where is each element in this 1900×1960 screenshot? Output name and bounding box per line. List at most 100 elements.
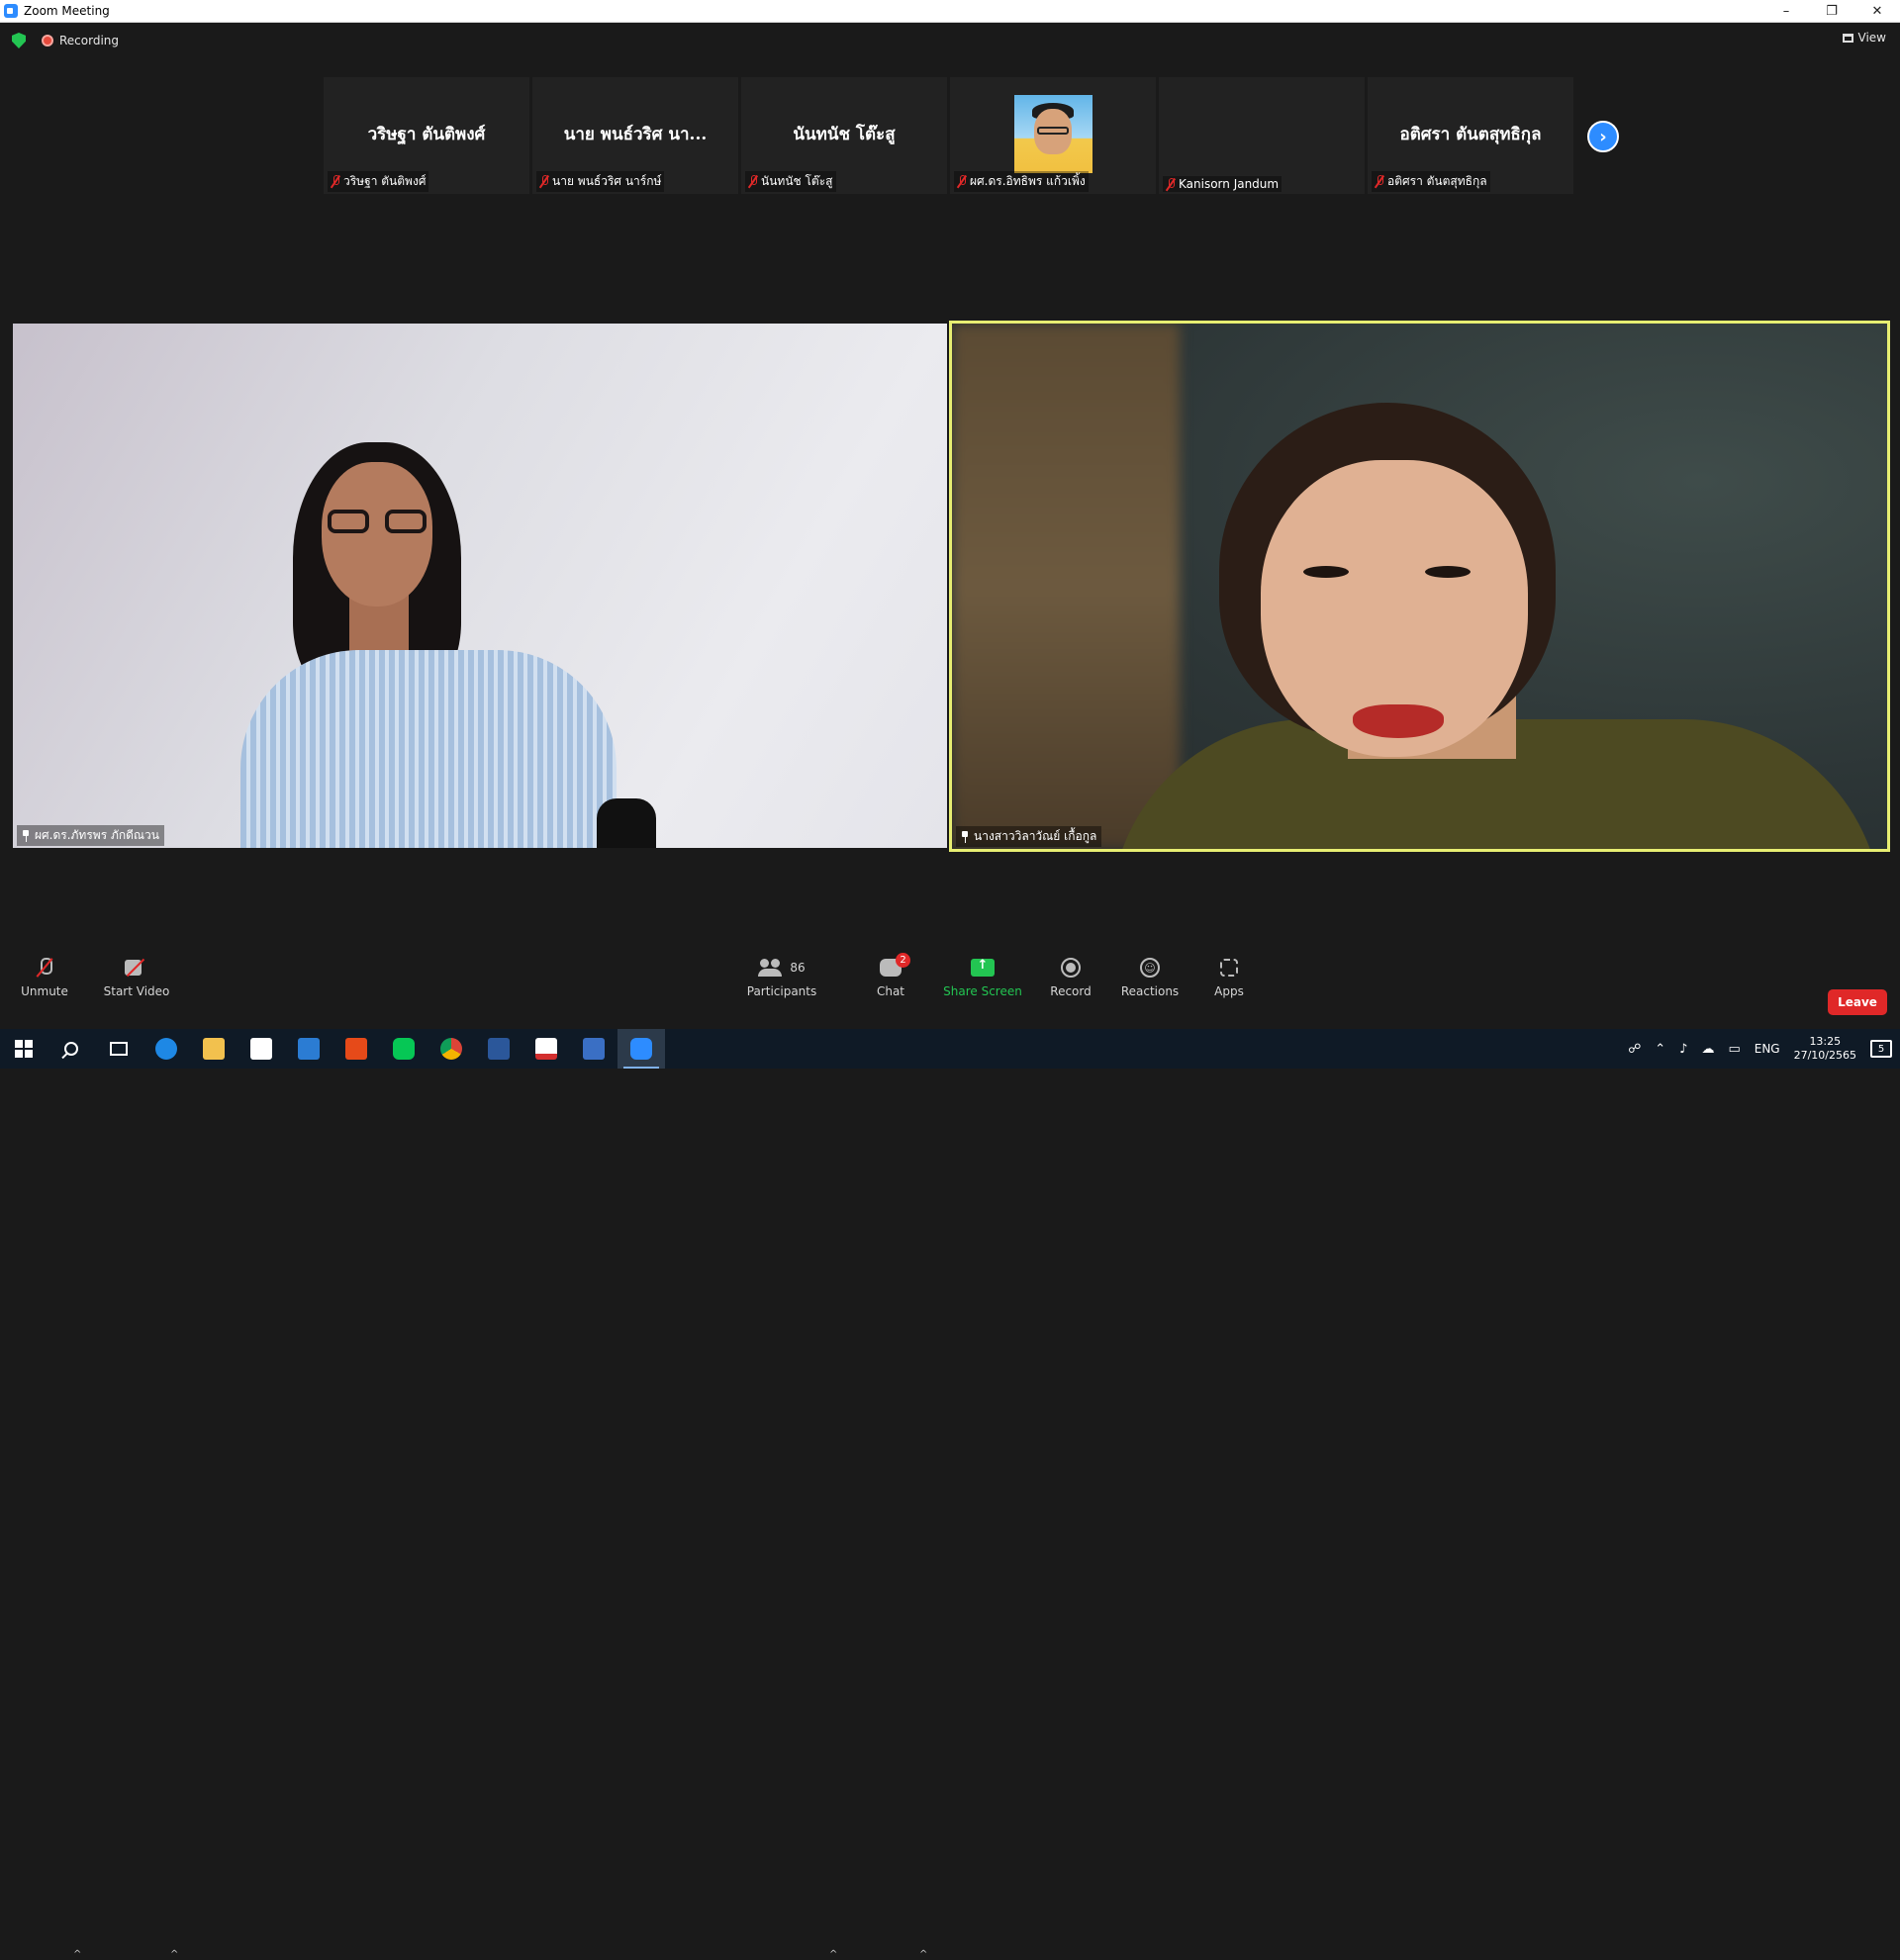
taskbar-chrome[interactable] bbox=[428, 1029, 475, 1069]
taskbar-reader[interactable] bbox=[570, 1029, 618, 1069]
zoom-app-icon bbox=[4, 4, 18, 18]
apps-icon bbox=[1220, 959, 1238, 977]
video-tile-left[interactable]: ผศ.ดร.ภัทรพร ภักดีณวน bbox=[13, 324, 947, 848]
restore-button[interactable]: ❐ bbox=[1809, 0, 1854, 23]
grid-view-icon bbox=[1842, 33, 1853, 43]
mic-muted-icon bbox=[331, 175, 340, 188]
taskbar-word[interactable] bbox=[475, 1029, 522, 1069]
leave-button[interactable]: Leave bbox=[1828, 989, 1887, 1015]
share-screen-label: Share Screen bbox=[943, 984, 1022, 998]
participants-label: Participants bbox=[746, 984, 817, 998]
taskbar-zoom[interactable] bbox=[618, 1029, 665, 1069]
participant-tile[interactable]: นันทนัช โต๊ะสู นันทนัช โต๊ะสู bbox=[741, 77, 947, 194]
apps-button[interactable]: Apps bbox=[1185, 954, 1274, 998]
participant-display-name: นาย พนธ์วริศ นา... bbox=[563, 125, 708, 144]
line-app-icon bbox=[393, 1038, 415, 1060]
chat-options-caret[interactable]: ^ bbox=[919, 1949, 927, 1960]
participant-display-name: นันทนัช โต๊ะสู bbox=[793, 125, 896, 144]
taskbar-mail[interactable] bbox=[285, 1029, 332, 1069]
pin-icon bbox=[22, 829, 30, 842]
audio-options-caret[interactable]: ^ bbox=[73, 1949, 81, 1960]
next-page-button[interactable]: › bbox=[1587, 121, 1619, 152]
chevron-up-icon[interactable]: ⌃ bbox=[1655, 1042, 1665, 1057]
participant-tile[interactable]: นาย พนธ์วริศ นา... นาย พนธ์วริศ นาร์กษ์ bbox=[532, 77, 738, 194]
taskbar-acrobat[interactable] bbox=[522, 1029, 570, 1069]
language-indicator[interactable]: ENG bbox=[1755, 1042, 1780, 1056]
network-icon[interactable]: ▭ bbox=[1728, 1042, 1740, 1057]
participant-label: นาย พนธ์วริศ นาร์กษ์ bbox=[552, 174, 662, 188]
start-button[interactable] bbox=[0, 1029, 48, 1069]
clock[interactable]: 13:25 27/10/2565 bbox=[1794, 1035, 1856, 1063]
taskbar-office[interactable] bbox=[332, 1029, 380, 1069]
video-off-icon bbox=[125, 960, 148, 976]
participants-button[interactable]: 86 Participants bbox=[737, 954, 826, 998]
chevron-right-icon: › bbox=[1599, 126, 1607, 147]
participants-options-caret[interactable]: ^ bbox=[829, 1949, 837, 1960]
participant-name-tag: วริษฐา ตันติพงศ์ bbox=[328, 171, 429, 192]
recording-indicator[interactable]: Recording bbox=[42, 34, 119, 47]
video-participant-name: นางสาววิลาวัณย์ เกื้อกูล bbox=[974, 829, 1097, 843]
participant-tile[interactable]: ผศ.ดร.อิทธิพร แก้วเพิ้ง bbox=[950, 77, 1156, 194]
zoom-video-icon bbox=[630, 1038, 652, 1060]
task-view-icon bbox=[110, 1042, 128, 1056]
participant-name-tag: อติศรา ตันตสุทธิกุล bbox=[1372, 171, 1490, 192]
record-button[interactable]: Record bbox=[1026, 954, 1115, 998]
volume-icon[interactable]: ♪ bbox=[1679, 1042, 1687, 1057]
participant-display-name: วริษฐา ตันติพงศ์ bbox=[367, 125, 486, 144]
video-tile-active-speaker[interactable]: นางสาววิลาวัณย์ เกื้อกูล bbox=[949, 321, 1890, 852]
video-name-tag: นางสาววิลาวัณย์ เกื้อกูล bbox=[956, 826, 1102, 847]
taskbar-store[interactable] bbox=[238, 1029, 285, 1069]
participant-strip: วริษฐา ตันติพงศ์ วริษฐา ตันติพงศ์ นาย พน… bbox=[324, 77, 1573, 194]
participant-tile[interactable]: Kanisorn Jandum bbox=[1159, 77, 1365, 194]
mic-muted-icon bbox=[748, 175, 758, 188]
participants-count: 86 bbox=[790, 961, 806, 975]
window-title: Zoom Meeting bbox=[24, 4, 110, 18]
participant-display-name: อติศรา ตันตสุทธิกุล bbox=[1399, 125, 1542, 144]
participant-label: อติศรา ตันตสุทธิกุล bbox=[1387, 174, 1487, 188]
taskbar-edge[interactable] bbox=[142, 1029, 190, 1069]
reactions-smiley-icon: ☺ bbox=[1140, 958, 1160, 978]
search-button[interactable] bbox=[48, 1029, 95, 1069]
title-bar: Zoom Meeting – ❐ ✕ bbox=[0, 0, 1900, 23]
word-icon bbox=[488, 1038, 510, 1060]
unmute-label: Unmute bbox=[21, 984, 68, 998]
mic-muted-icon bbox=[539, 175, 549, 188]
acrobat-pdf-icon bbox=[535, 1038, 557, 1060]
chat-button[interactable]: 2 Chat bbox=[846, 953, 935, 998]
edge-icon bbox=[155, 1038, 177, 1060]
security-shield-icon[interactable] bbox=[12, 33, 26, 48]
record-dot-icon bbox=[42, 35, 53, 47]
minimize-button[interactable]: – bbox=[1763, 0, 1809, 23]
video-participant-name: ผศ.ดร.ภัทรพร ภักดีณวน bbox=[35, 828, 159, 842]
taskbar-line[interactable] bbox=[380, 1029, 428, 1069]
view-label: View bbox=[1857, 31, 1886, 45]
taskbar-file-explorer[interactable] bbox=[190, 1029, 238, 1069]
reactions-button[interactable]: ☺ Reactions bbox=[1105, 954, 1194, 998]
participant-photo bbox=[1014, 95, 1092, 173]
windows-taskbar: ☍ ⌃ ♪ ☁ ▭ ENG 13:25 27/10/2565 5 bbox=[0, 1029, 1900, 1069]
participant-name-tag: ผศ.ดร.อิทธิพร แก้วเพิ้ง bbox=[954, 171, 1089, 192]
start-video-button[interactable]: Start Video bbox=[92, 954, 181, 998]
system-tray: ☍ ⌃ ♪ ☁ ▭ ENG 13:25 27/10/2565 5 bbox=[1628, 1029, 1900, 1069]
participant-name-tag: Kanisorn Jandum bbox=[1163, 176, 1282, 192]
view-button[interactable]: View bbox=[1842, 31, 1886, 45]
onedrive-cloud-icon[interactable]: ☁ bbox=[1701, 1042, 1714, 1057]
record-label: Record bbox=[1050, 984, 1092, 998]
clock-date: 27/10/2565 bbox=[1793, 1049, 1856, 1062]
start-video-label: Start Video bbox=[103, 984, 170, 998]
video-options-caret[interactable]: ^ bbox=[170, 1949, 178, 1960]
participant-label: ผศ.ดร.อิทธิพร แก้วเพิ้ง bbox=[970, 174, 1086, 188]
participant-tile[interactable]: วริษฐา ตันติพงศ์ วริษฐา ตันติพงศ์ bbox=[324, 77, 529, 194]
participant-label: นันทนัช โต๊ะสู bbox=[761, 174, 833, 188]
meeting-area: Recording View วริษฐา ตันติพงศ์ วริษฐา ต… bbox=[0, 23, 1900, 1029]
notification-center-icon[interactable]: 5 bbox=[1870, 1040, 1892, 1058]
people-icon[interactable]: ☍ bbox=[1628, 1042, 1641, 1057]
unmute-button[interactable]: Unmute bbox=[0, 954, 89, 998]
participant-tile[interactable]: อติศรา ตันตสุทธิกุล อติศรา ตันตสุทธิกุล bbox=[1368, 77, 1573, 194]
task-view-button[interactable] bbox=[95, 1029, 142, 1069]
share-screen-button[interactable]: Share Screen bbox=[938, 954, 1027, 998]
close-button[interactable]: ✕ bbox=[1854, 0, 1900, 23]
meeting-toolbar: Unmute ^ Start Video ^ 86 Participants ^… bbox=[0, 953, 1900, 1960]
mic-muted-icon bbox=[1166, 177, 1176, 191]
video-name-tag: ผศ.ดร.ภัทรพร ภักดีณวน bbox=[17, 825, 164, 846]
